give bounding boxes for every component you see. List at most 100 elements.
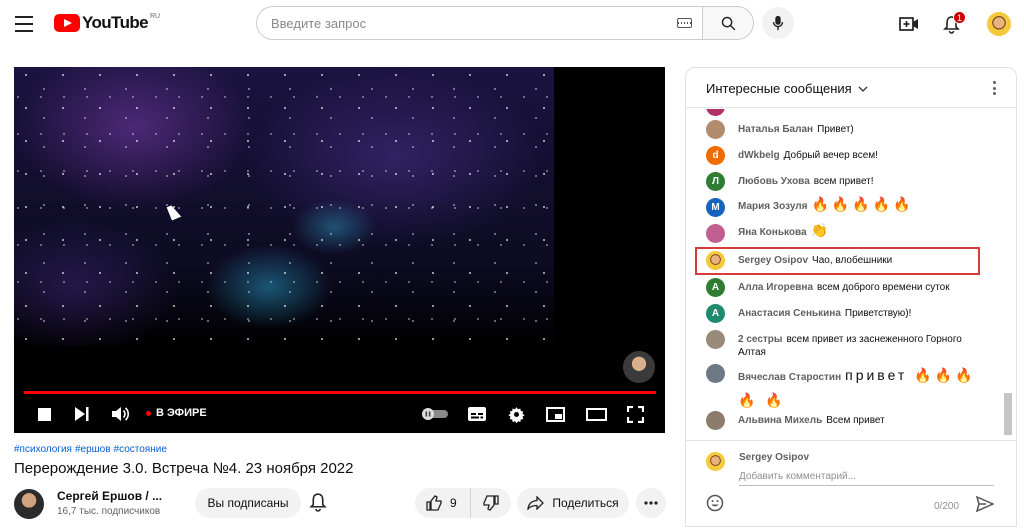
- notification-badge: 1: [953, 11, 966, 24]
- fullscreen-button[interactable]: [625, 404, 645, 424]
- hashtags: #психология #ершов #состояние: [14, 444, 167, 455]
- chat-text: всем доброго времени суток: [817, 282, 950, 293]
- video-title: Перерождение 3.0. Встреча №4. 23 ноября …: [14, 460, 354, 477]
- share-button[interactable]: Поделиться: [517, 488, 629, 518]
- highlight-frame: [695, 247, 980, 275]
- chat-avatar: M: [706, 198, 725, 217]
- hashtag-link[interactable]: #ершов: [75, 444, 111, 455]
- live-indicator[interactable]: В ЭФИРЕ: [146, 407, 207, 419]
- chat-message[interactable]: Альвина Михель Всем привет: [706, 411, 996, 430]
- share-icon: [527, 496, 545, 510]
- chat-mode-dropdown[interactable]: Интересные сообщения: [706, 81, 868, 96]
- character-counter: 0/200: [934, 501, 960, 512]
- play-logo-icon: [54, 14, 80, 32]
- fullscreen-icon: [626, 405, 644, 423]
- chat-message[interactable]: Л Любовь Ухова всем привет!: [706, 172, 996, 191]
- chat-text: всем привет!: [813, 176, 874, 187]
- chat-message[interactable]: Яна Конькова 👏: [706, 222, 996, 243]
- chat-avatar: [706, 120, 725, 139]
- chat-message[interactable]: d dWkbelg Добрый вечер всем!: [706, 146, 996, 165]
- search-icon: [721, 16, 735, 30]
- chat-author: 2 сестры: [738, 334, 783, 345]
- chat-text: Приветствую)!: [844, 308, 912, 319]
- settings-button[interactable]: [506, 404, 526, 424]
- autoplay-toggle-icon: [422, 408, 448, 420]
- chat-text: Привет): [817, 124, 854, 135]
- search-input[interactable]: [257, 7, 657, 39]
- next-icon: [74, 407, 88, 421]
- dislike-button[interactable]: [471, 488, 511, 518]
- chat-author: Яна Конькова: [738, 227, 807, 238]
- chat-message[interactable]: 2 сестры всем привет из заснеженного Горн…: [706, 330, 996, 359]
- chat-menu-icon[interactable]: [990, 80, 998, 96]
- chat-messages: Наталья Балан Привет) d dWkbelg Добрый веч…: [686, 109, 1016, 440]
- chat-message[interactable]: A Анастасия Сенькина Приветствую)!: [706, 304, 996, 323]
- next-button[interactable]: [72, 404, 90, 424]
- chat-author: Мария Зозуля: [738, 201, 808, 212]
- chat-avatar: A: [706, 278, 725, 297]
- send-icon: [975, 495, 995, 513]
- chat-avatar: [706, 224, 725, 243]
- top-bar: YouTube RU 1: [0, 0, 1024, 48]
- menu-icon[interactable]: [14, 14, 34, 34]
- volume-button[interactable]: [110, 404, 130, 424]
- chat-scrollbar[interactable]: [1004, 393, 1012, 435]
- chat-author: Анастасия Сенькина: [738, 308, 841, 319]
- autoplay-toggle[interactable]: [421, 404, 449, 424]
- hashtag-link[interactable]: #состояние: [114, 444, 167, 455]
- theater-mode-button[interactable]: [585, 404, 607, 424]
- search-button[interactable]: [702, 6, 754, 40]
- send-button[interactable]: [975, 495, 996, 514]
- like-button[interactable]: 9: [415, 488, 471, 518]
- chat-message[interactable]: Вячеслав Старостин привет 🔥🔥🔥🔥 🔥: [706, 364, 996, 414]
- progress-bar[interactable]: [24, 391, 656, 394]
- keyboard-icon[interactable]: [677, 18, 692, 28]
- voice-search-button[interactable]: [762, 7, 794, 39]
- search-box: [256, 6, 702, 40]
- chat-message[interactable]: A Алла Игоревна всем доброго времени суто…: [706, 278, 996, 297]
- account-avatar[interactable]: [987, 12, 1011, 36]
- subtitles-button[interactable]: [467, 404, 487, 424]
- chat-author: Любовь Ухова: [738, 176, 810, 187]
- smiley-icon: [706, 494, 724, 512]
- live-label: В ЭФИРЕ: [156, 407, 207, 419]
- chat-input-area: Sergey Osipov 0/200: [686, 440, 1016, 526]
- emoji-button[interactable]: [706, 494, 726, 514]
- like-count: 9: [450, 496, 457, 510]
- miniplayer-button[interactable]: [545, 404, 565, 424]
- chat-avatar: [706, 109, 725, 116]
- gear-icon: [507, 406, 525, 423]
- hashtag-link[interactable]: #психология: [14, 444, 72, 455]
- chat-avatar: [706, 411, 725, 430]
- stop-icon: [37, 407, 51, 421]
- subscription-bell-button[interactable]: [309, 492, 329, 512]
- volume-icon: [112, 407, 129, 421]
- more-actions-button[interactable]: [636, 488, 666, 518]
- my-avatar: [706, 452, 725, 471]
- chat-message[interactable]: Наталья Балан Привет): [706, 120, 996, 139]
- channel-avatar[interactable]: [14, 489, 44, 519]
- chat-author: Альвина Михель: [738, 415, 823, 426]
- chat-text: 👏: [810, 222, 831, 238]
- subscriber-count: 16,7 тыс. подписчиков: [57, 506, 161, 517]
- microphone-icon: [772, 15, 784, 31]
- chevron-down-icon: [858, 86, 868, 92]
- create-video-button[interactable]: [898, 13, 920, 35]
- my-name: Sergey Osipov: [739, 452, 810, 463]
- chat-title: Интересные сообщения: [706, 81, 852, 96]
- chat-message-input[interactable]: [739, 468, 994, 486]
- chat-message[interactable]: M Мария Зозуля 🔥🔥🔥🔥🔥: [706, 197, 996, 217]
- channel-name[interactable]: Сергей Ершов / ...: [57, 489, 162, 503]
- chat-author: dWkbelg: [738, 150, 780, 161]
- youtube-logo[interactable]: YouTube RU: [54, 13, 160, 33]
- video-player[interactable]: В ЭФИРЕ: [14, 67, 665, 433]
- subscribe-button[interactable]: Вы подписаны: [195, 488, 301, 518]
- live-dot: [146, 410, 151, 416]
- share-label: Поделиться: [552, 496, 619, 510]
- stop-button[interactable]: [36, 404, 52, 424]
- channel-watermark[interactable]: [623, 351, 655, 383]
- logo-text: YouTube: [82, 13, 149, 32]
- miniplayer-icon: [545, 406, 565, 422]
- chat-avatar: [706, 364, 725, 383]
- create-icon: [899, 17, 918, 31]
